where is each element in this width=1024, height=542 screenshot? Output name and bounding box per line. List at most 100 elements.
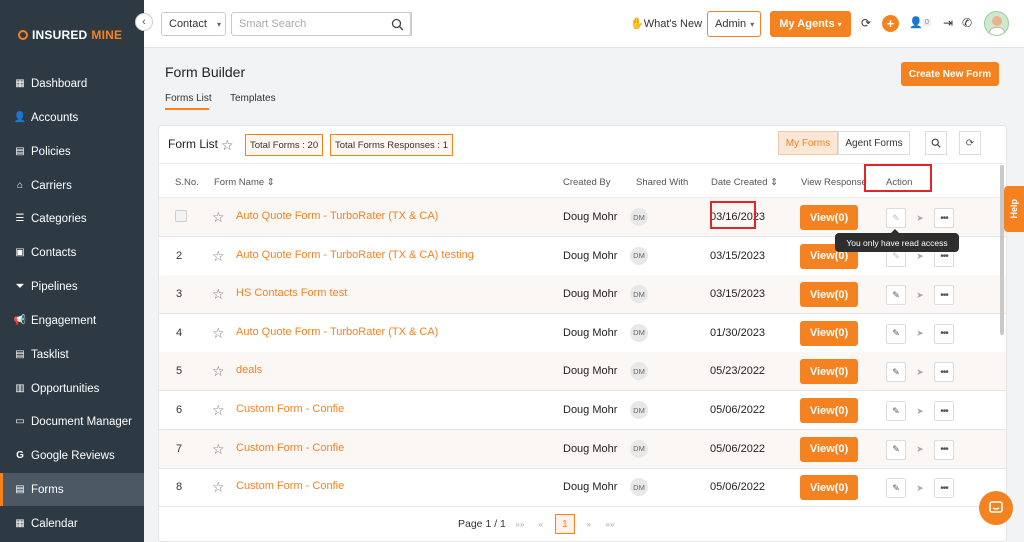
more-options-button[interactable]: ••• [934,478,954,499]
view-response-button[interactable]: View(0) [800,398,858,423]
sidebar-item-calendar[interactable]: ▦ Calendar [0,507,144,540]
agent-forms-toggle[interactable]: Agent Forms [838,131,910,155]
favorite-star-icon[interactable]: ☆ [212,325,225,342]
edit-button[interactable]: ✎ [886,208,906,228]
sidebar-item-contacts[interactable]: ▣ Contacts [0,236,144,269]
row-checkbox[interactable] [175,210,187,222]
more-options-button[interactable]: ••• [934,362,954,383]
view-response-button[interactable]: View(0) [800,282,858,308]
sidebar-item-carriers[interactable]: ⌂ Carriers [0,169,144,202]
form-name-link[interactable]: Auto Quote Form - TurboRater (TX & CA) [236,326,438,338]
form-name-link[interactable]: Auto Quote Form - TurboRater (TX & CA) t… [236,249,474,261]
more-options-button[interactable]: ••• [934,208,954,228]
favorite-star-icon[interactable]: ☆ [212,209,225,226]
view-response-button[interactable]: View(0) [800,475,858,501]
view-response-button[interactable]: View(0) [800,436,858,462]
brand-logo[interactable]: INSURED MINE [18,28,122,42]
my-agents-button[interactable]: My Agents ▾ [770,11,851,37]
search-button[interactable] [384,12,412,36]
favorite-star-icon[interactable]: ☆ [212,248,225,265]
sidebar-item-engagement[interactable]: 📢 Engagement [0,304,144,337]
send-button[interactable]: ➤ [910,478,930,498]
sidebar-item-pipelines[interactable]: ⏷ Pipelines [0,270,144,303]
favorite-star-icon[interactable]: ☆ [212,363,225,380]
send-button[interactable]: ➤ [910,401,930,421]
add-button[interactable]: + [882,15,899,32]
form-name-link[interactable]: HS Contacts Form test [236,287,347,299]
sidebar-item-accounts[interactable]: 👤 Accounts [0,101,144,134]
edit-button[interactable]: ✎ [886,401,906,421]
list-icon: ☰ [15,213,25,224]
prev-page-button[interactable]: « [534,520,548,529]
admin-select[interactable]: Admin ▾ [707,11,761,37]
pencil-icon: ✎ [892,328,900,339]
action-header-highlight [864,164,932,192]
sidebar-item-google-reviews[interactable]: G Google Reviews [0,439,144,472]
folder-icon: ▭ [15,416,25,427]
sidebar-item-policies[interactable]: ▤ Policies [0,135,144,168]
form-name-link[interactable]: Auto Quote Form - TurboRater (TX & CA) [236,210,438,222]
view-response-button[interactable]: View(0) [800,205,858,230]
more-options-button[interactable]: ••• [934,401,954,421]
send-button[interactable]: ➤ [910,440,930,460]
current-page-button[interactable]: 1 [554,514,575,534]
send-button[interactable]: ➤ [910,208,930,228]
last-page-button[interactable]: »» [603,520,617,529]
edit-button[interactable]: ✎ [886,285,906,306]
tasklist-icon: ▤ [15,349,25,360]
search-scope-select[interactable]: Contact ▾ [161,12,226,36]
avatar[interactable] [984,11,1009,36]
help-tab[interactable]: Help [1004,186,1024,232]
send-icon: ➤ [916,444,924,455]
view-response-button[interactable]: View(0) [800,320,858,346]
sidebar-item-document-manager[interactable]: ▭ Document Manager [0,405,144,438]
first-page-button[interactable]: »» [513,520,527,529]
edit-button[interactable]: ✎ [886,362,906,383]
user-icon[interactable]: 👤 [909,16,923,29]
view-response-button[interactable]: View(0) [800,359,858,385]
edit-button[interactable]: ✎ [886,478,906,499]
phone-icon[interactable]: ✆ [962,16,972,30]
sidebar-item-categories[interactable]: ☰ Categories [0,202,144,235]
favorite-star-icon[interactable]: ☆ [212,479,225,496]
send-button[interactable]: ➤ [910,324,930,344]
more-options-button[interactable]: ••• [934,285,954,306]
send-icon: ➤ [916,328,924,339]
form-name-link[interactable]: Custom Form - Confie [236,403,344,415]
star-icon[interactable]: ☆ [221,137,234,154]
form-name-link[interactable]: deals [236,364,262,376]
shared-with-avatar: DM [630,478,648,497]
logout-icon[interactable]: ⇥ [943,16,953,30]
send-icon: ➤ [916,212,924,223]
sidebar-item-forms[interactable]: ▤ Forms [0,473,144,506]
table-search-button[interactable] [925,131,947,155]
create-new-form-button[interactable]: Create New Form [901,62,999,86]
form-name-link[interactable]: Custom Form - Confie [236,480,344,492]
header-form-name[interactable]: Form Name ⇕ [214,177,275,188]
favorite-star-icon[interactable]: ☆ [212,402,225,419]
edit-button[interactable]: ✎ [886,439,906,460]
sidebar-item-tasklist[interactable]: ▤ Tasklist [0,338,144,371]
edit-button[interactable]: ✎ [886,323,906,344]
tab-forms-list[interactable]: Forms List [165,93,212,110]
more-options-button[interactable]: ••• [934,439,954,460]
more-options-button[interactable]: ••• [934,323,954,344]
favorite-star-icon[interactable]: ☆ [212,286,225,303]
sidebar-item-dashboard[interactable]: ▦ Dashboard [0,67,144,100]
sidebar-item-label: Accounts [31,111,79,124]
form-name-link[interactable]: Custom Form - Confie [236,442,344,454]
next-page-button[interactable]: » [582,520,596,529]
refresh-icon[interactable]: ⟳ [861,16,871,30]
table-refresh-button[interactable]: ⟳ [959,131,981,155]
search-placeholder: Smart Search [239,18,307,30]
collapse-sidebar-button[interactable]: ‹ [135,13,153,31]
chat-button[interactable] [979,491,1013,525]
header-date-created[interactable]: Date Created ⇕ [711,177,778,188]
favorite-star-icon[interactable]: ☆ [212,441,225,458]
my-forms-toggle[interactable]: My Forms [778,131,838,155]
tab-templates[interactable]: Templates [230,93,276,104]
whats-new-link[interactable]: ✋What's New [630,17,702,30]
send-button[interactable]: ➤ [910,285,930,305]
send-button[interactable]: ➤ [910,362,930,382]
sidebar-item-opportunities[interactable]: ▥ Opportunities [0,372,144,405]
